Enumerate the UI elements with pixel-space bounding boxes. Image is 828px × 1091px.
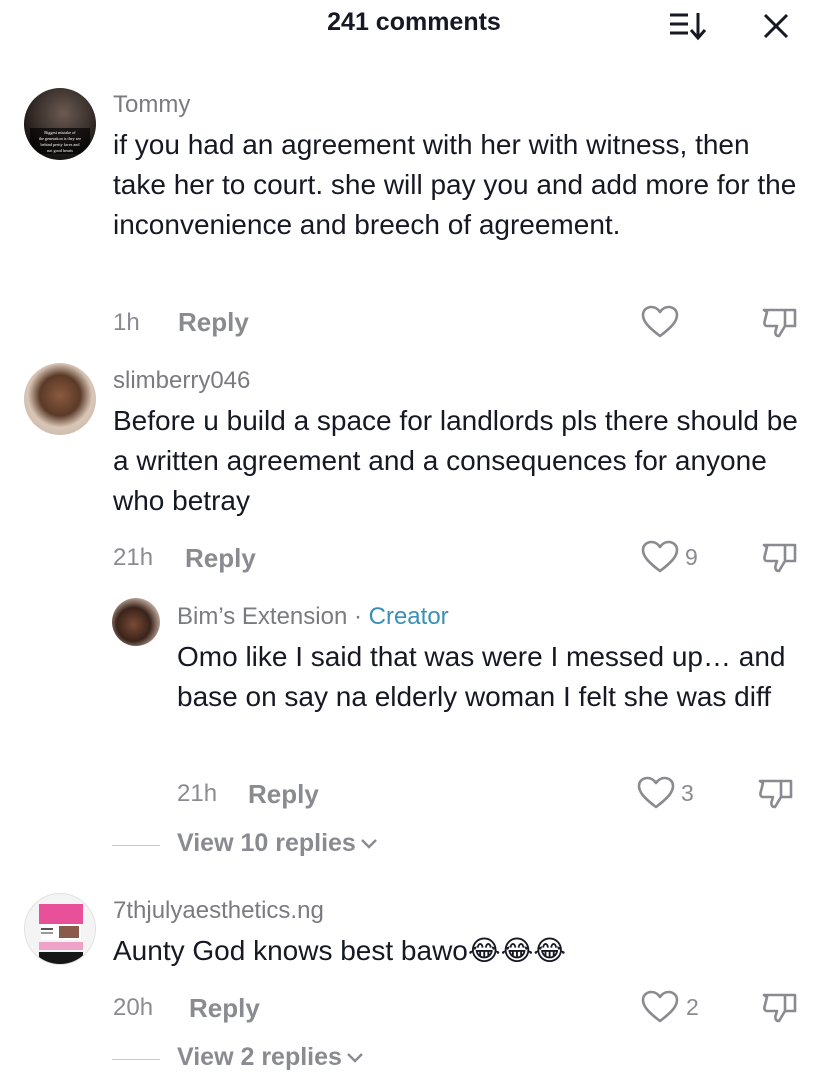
svg-text:not good hearts: not good hearts	[47, 148, 73, 153]
view-replies-button[interactable]: View 2 replies	[177, 1043, 364, 1072]
replies-divider	[112, 1059, 160, 1060]
comment-text: Before u build a space for landlords pls…	[113, 405, 798, 516]
heart-outline-icon[interactable]	[640, 539, 680, 575]
avatar[interactable]	[112, 598, 160, 646]
view-replies-button[interactable]: View 10 replies	[177, 829, 378, 858]
avatar[interactable]	[24, 363, 96, 435]
svg-text:behind pretty faces and: behind pretty faces and	[41, 142, 81, 147]
avatar[interactable]: Biggest mistake of the generation is the…	[24, 88, 96, 160]
chevron-down-icon	[360, 839, 377, 850]
creator-badge: Creator	[368, 603, 449, 630]
thumbs-down-icon[interactable]	[757, 775, 795, 811]
sort-icon[interactable]	[668, 10, 708, 42]
thumbs-down-icon[interactable]	[761, 539, 799, 575]
comment-username[interactable]: slimberry046	[113, 367, 250, 395]
chevron-down-icon	[347, 1053, 363, 1064]
reply-username-text: Bim’s Extension	[177, 603, 348, 630]
reply-button[interactable]: Reply	[185, 543, 256, 574]
like-count: 3	[681, 780, 694, 806]
avatar-product-image	[39, 904, 83, 964]
reply-button[interactable]: Reply	[248, 779, 319, 810]
reply-button[interactable]: Reply	[178, 307, 249, 338]
heart-outline-icon[interactable]	[636, 775, 676, 811]
heart-outline-icon[interactable]	[640, 989, 680, 1025]
replies-divider	[112, 845, 160, 846]
view-replies-label: View 10 replies	[177, 829, 356, 857]
comment-text: if you had an agreement with her with wi…	[113, 129, 797, 240]
comment-username[interactable]: 7thjulyaesthetics.ng	[113, 897, 324, 925]
like-count: 9	[685, 544, 698, 570]
thumbs-down-icon[interactable]	[761, 304, 799, 340]
comment-username[interactable]: Tommy	[113, 91, 190, 119]
comment-time: 20h	[113, 994, 154, 1021]
avatar[interactable]	[24, 893, 96, 965]
reply-button[interactable]: Reply	[189, 993, 260, 1024]
thumbs-down-icon[interactable]	[761, 989, 799, 1025]
close-icon[interactable]	[760, 10, 792, 42]
comment-text: Aunty God knows best bawo😂😂😂	[113, 935, 567, 966]
avatar-caption-text: Biggest mistake of the generation is the…	[30, 128, 90, 154]
comments-header: 241 comments	[0, 0, 828, 50]
creator-separator: ·	[347, 603, 369, 630]
svg-text:Biggest mistake of: Biggest mistake of	[44, 130, 76, 135]
like-count: 2	[686, 994, 699, 1020]
comment-time: 1h	[113, 309, 140, 336]
comment-time: 21h	[113, 544, 154, 571]
heart-outline-icon[interactable]	[640, 304, 680, 340]
view-replies-label: View 2 replies	[177, 1043, 342, 1071]
reply-time: 21h	[177, 780, 218, 807]
svg-text:the generation is they see: the generation is they see	[39, 136, 81, 141]
reply-username[interactable]: Bim’s Extension · Creator	[177, 603, 449, 631]
reply-text: Omo like I said that was were I messed u…	[177, 641, 786, 712]
